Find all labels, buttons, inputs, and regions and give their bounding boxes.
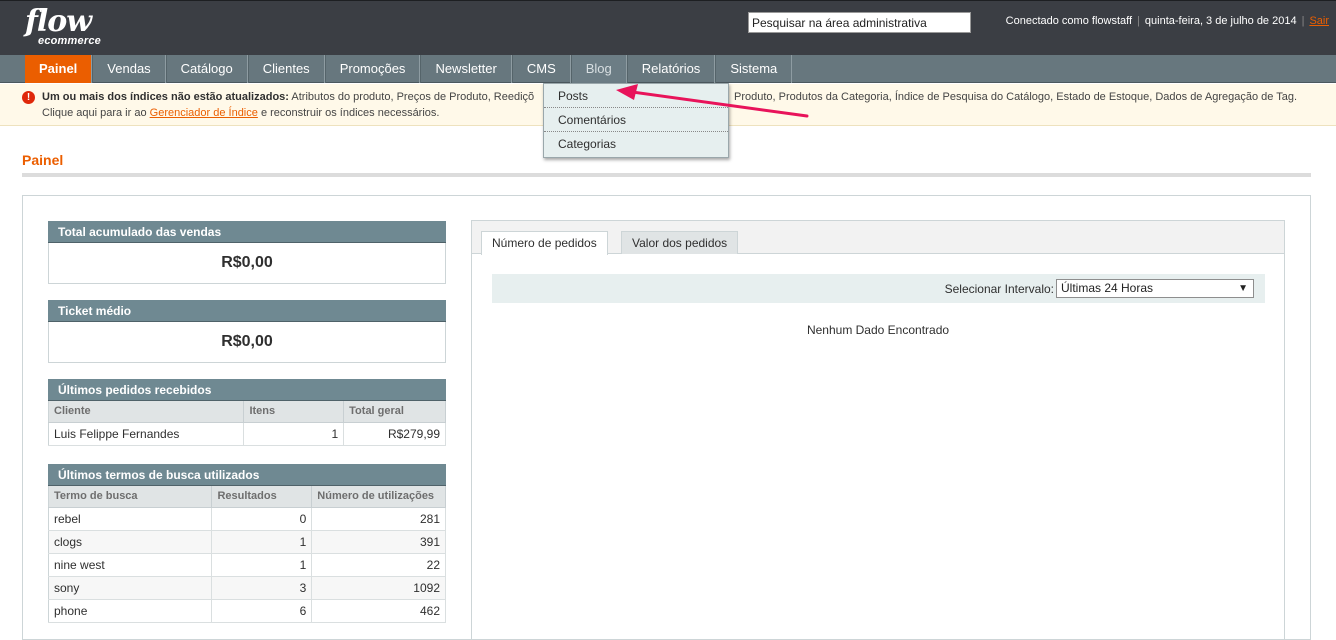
nav-item-catalogo[interactable]: Catálogo — [165, 55, 248, 83]
table-cell: rebel — [48, 507, 213, 531]
widget-title: Ticket médio — [48, 300, 446, 322]
tab-numero-de-pedidos[interactable]: Número de pedidos — [481, 231, 608, 255]
column-header[interactable]: Total geral — [343, 401, 446, 423]
nav-item-cms[interactable]: CMS — [511, 55, 571, 83]
table-cell: clogs — [48, 530, 213, 554]
header-bar: flow ecommerce Conectado como flowstaff|… — [0, 0, 1336, 55]
range-select[interactable]: Últimas 24 Horas ▼ — [1056, 279, 1254, 298]
range-select-value: Últimas 24 Horas — [1061, 281, 1154, 295]
notice-instruction: Clique aqui para ir ao Gerenciador de Ín… — [42, 107, 439, 119]
nav-item-sistema[interactable]: Sistema — [715, 55, 793, 83]
table-row[interactable]: Luis Felippe Fernandes 1 R$279,99 — [48, 422, 446, 446]
admin-search-input[interactable] — [748, 12, 971, 33]
notice-message: Um ou mais dos índices não estão atualiz… — [42, 91, 1297, 103]
nav-item-relatorios[interactable]: Relatórios — [626, 55, 716, 83]
index-manager-link[interactable]: Gerenciador de Índice — [150, 107, 258, 119]
logo-sub-text: ecommerce — [38, 35, 101, 47]
page-title: Painel — [22, 152, 64, 168]
nav-item-vendas[interactable]: Vendas — [92, 55, 166, 83]
chevron-down-icon: ▼ — [1238, 283, 1248, 294]
column-header[interactable]: Itens — [243, 401, 345, 423]
table-row[interactable]: sony 3 1092 — [48, 576, 446, 600]
table-cell: sony — [48, 576, 213, 600]
table-cell: 1 — [211, 530, 313, 554]
table-cell: R$279,99 — [343, 422, 446, 446]
notice-instruction-after: e reconstruir os índices necessários. — [260, 107, 440, 119]
table-row[interactable]: clogs 1 391 — [48, 530, 446, 554]
nav-item-clientes[interactable]: Clientes — [247, 55, 325, 83]
column-header[interactable]: Resultados — [211, 486, 313, 508]
table-cell: 3 — [211, 576, 313, 600]
table-cell: 1092 — [311, 576, 446, 600]
logout-link[interactable]: Sair — [1309, 15, 1329, 27]
table-cell: phone — [48, 599, 213, 623]
flow-ecommerce-logo[interactable]: flow ecommerce — [25, 4, 101, 48]
notice-text-left: Atributos do produto, Preços de Produto,… — [291, 91, 535, 103]
nav-item-newsletter[interactable]: Newsletter — [420, 55, 512, 83]
table-cell: 391 — [311, 530, 446, 554]
widget-title: Últimos termos de busca utilizados — [48, 464, 446, 486]
annotation-arrow-icon — [616, 84, 809, 118]
tab-valor-dos-pedidos[interactable]: Valor dos pedidos — [621, 231, 739, 254]
nav-item-blog[interactable]: Blog — [570, 55, 627, 83]
logo-main-text: flow — [25, 4, 92, 39]
table-cell: 0 — [211, 507, 313, 531]
last-search-terms-widget: Últimos termos de busca utilizados Termo… — [48, 464, 446, 623]
error-icon: ! — [22, 91, 35, 104]
current-date: quinta-feira, 3 de julho de 2014 — [1144, 15, 1297, 27]
main-nav: Painel Vendas Catálogo Clientes Promoçõe… — [0, 55, 1336, 83]
last-orders-table: Cliente Itens Total geral Luis Felippe F… — [48, 401, 446, 446]
table-cell: 1 — [243, 422, 345, 446]
table-row[interactable]: phone 6 462 — [48, 599, 446, 623]
column-header[interactable]: Número de utilizações — [311, 486, 446, 508]
last-search-terms-table: Termo de busca Resultados Número de util… — [48, 486, 446, 623]
widget-title: Últimos pedidos recebidos — [48, 379, 446, 401]
avg-ticket-widget: Ticket médio R$0,00 — [48, 300, 446, 363]
range-label: Selecionar Intervalo: — [944, 282, 1054, 296]
title-divider — [22, 173, 1311, 177]
table-cell: 281 — [311, 507, 446, 531]
total-sales-widget: Total acumulado das vendas R$0,00 — [48, 221, 446, 284]
table-cell: 22 — [311, 553, 446, 577]
no-data-message: Nenhum Dado Encontrado — [806, 323, 950, 337]
nav-item-promocoes[interactable]: Promoções — [324, 55, 421, 83]
notice-instruction-before: Clique aqui para ir ao — [42, 107, 147, 119]
table-cell: 1 — [211, 553, 313, 577]
last-orders-widget: Últimos pedidos recebidos Cliente Itens … — [48, 379, 446, 446]
total-sales-value: R$0,00 — [48, 243, 446, 284]
table-cell: Luis Felippe Fernandes — [48, 422, 245, 446]
column-header[interactable]: Cliente — [48, 401, 245, 423]
chart-tab-bar: Número de pedidos Valor dos pedidos — [472, 221, 1284, 255]
table-cell: nine west — [48, 553, 213, 577]
table-cell: 462 — [311, 599, 446, 623]
table-row[interactable]: nine west 1 22 — [48, 553, 446, 577]
table-row[interactable]: rebel 0 281 — [48, 507, 446, 531]
avg-ticket-value: R$0,00 — [48, 322, 446, 363]
menu-item-categorias[interactable]: Categorias — [544, 132, 728, 156]
notice-bold-text: Um ou mais dos índices não estão atualiz… — [42, 91, 289, 103]
user-info: Conectado como flowstaff | quinta-feira, 3… — [1005, 15, 1329, 27]
orders-chart-panel: Número de pedidos Valor dos pedidos Sele… — [471, 220, 1285, 640]
range-filter-bar: Selecionar Intervalo: Últimas 24 Horas ▼ — [492, 274, 1265, 303]
column-header[interactable]: Termo de busca — [48, 486, 213, 508]
table-cell: 6 — [211, 599, 313, 623]
logged-in-text: Conectado como flowstaff — [1005, 15, 1133, 27]
widget-title: Total acumulado das vendas — [48, 221, 446, 243]
nav-item-painel[interactable]: Painel — [25, 55, 93, 83]
